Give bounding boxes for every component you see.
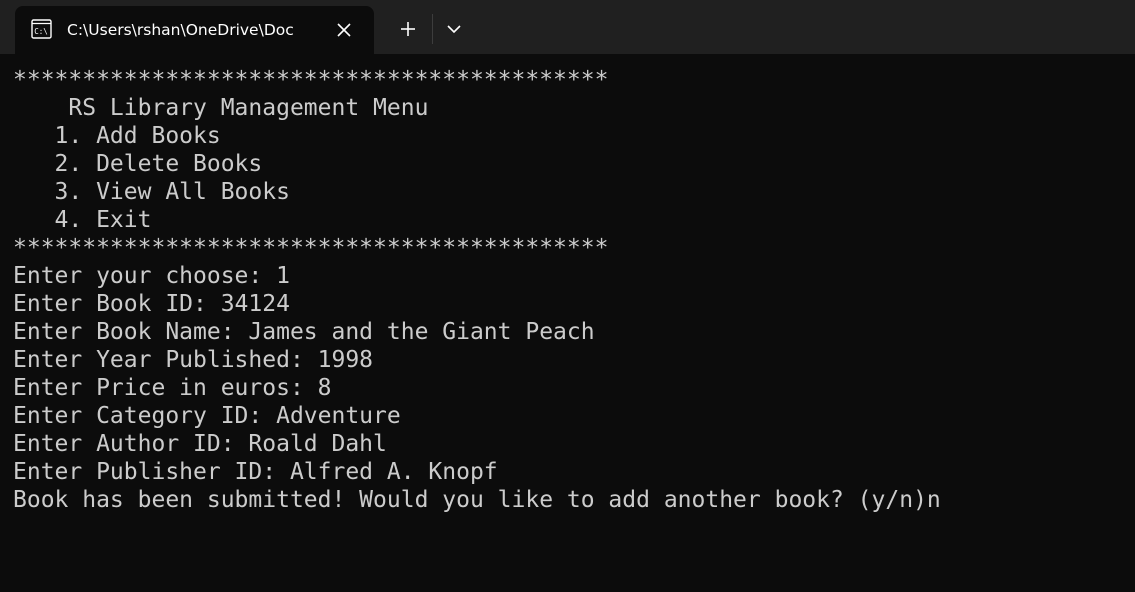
terminal-line: Enter Author ID: Roald Dahl — [13, 431, 387, 457]
terminal-line: ****************************************… — [13, 67, 609, 93]
terminal-line: Book has been submitted! Would you like … — [13, 487, 941, 513]
terminal-line: Enter Publisher ID: Alfred A. Knopf — [13, 459, 498, 485]
tab-divider — [432, 14, 433, 44]
terminal-window: C:\ C:\Users\rshan\OneDrive\Doc ********… — [0, 0, 1135, 592]
terminal-line: Enter Book ID: 34124 — [13, 291, 290, 317]
terminal-line: Enter your choose: 1 — [13, 263, 290, 289]
terminal-line: 2. Delete Books — [13, 151, 263, 177]
tab-title: C:\Users\rshan\OneDrive\Doc — [67, 21, 294, 39]
terminal-line: Enter Book Name: James and the Giant Pea… — [13, 319, 595, 345]
terminal-line: 1. Add Books — [13, 123, 221, 149]
terminal-line: RS Library Management Menu — [13, 95, 429, 121]
title-bar: C:\ C:\Users\rshan\OneDrive\Doc — [0, 0, 1135, 54]
plus-icon[interactable] — [392, 14, 424, 44]
close-tab-icon[interactable] — [333, 19, 355, 41]
terminal-line: ****************************************… — [13, 235, 609, 261]
svg-text:C:\: C:\ — [34, 27, 48, 36]
terminal-line: 3. View All Books — [13, 179, 290, 205]
terminal-output[interactable]: ****************************************… — [13, 66, 1123, 586]
terminal-line: 4. Exit — [13, 207, 152, 233]
terminal-line: Enter Year Published: 1998 — [13, 347, 374, 373]
command-prompt-icon: C:\ — [31, 19, 52, 39]
terminal-line: Enter Price in euros: 8 — [13, 375, 332, 401]
active-tab[interactable]: C:\ C:\Users\rshan\OneDrive\Doc — [15, 6, 374, 54]
chevron-down-icon[interactable] — [440, 14, 468, 44]
terminal-line: Enter Category ID: Adventure — [13, 403, 401, 429]
